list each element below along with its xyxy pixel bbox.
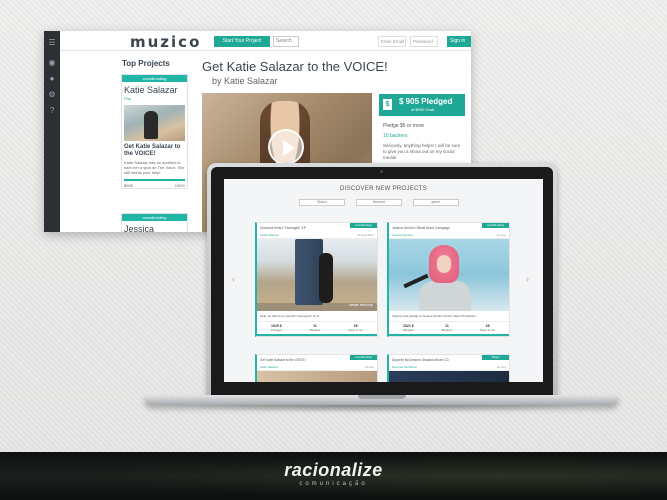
card-date: 23 Aug 2017 [357, 233, 374, 237]
card-description: Support and pledge to Jessica ZenZen Mus… [389, 311, 509, 322]
filter-genre[interactable]: genre [413, 199, 459, 206]
card-percent: 100% [174, 183, 185, 188]
card-genre: Pop [124, 96, 132, 101]
card-description: Katie Salazar has an audition to earn he… [124, 160, 185, 175]
card-header: Jessica ZenZen Official Music Campaign J… [389, 223, 509, 239]
card-badge: crowdfunding [350, 223, 377, 228]
card-progress-bar [124, 179, 185, 181]
card-description: Help me afford my new EP "Homegirls" by … [257, 311, 377, 322]
backers-count: 10 backers [383, 133, 408, 139]
card-title[interactable]: Knockout Kelly's "Homegirls" EP [260, 226, 306, 230]
laptop-screen: DISCOVER NEW PROJECTS Status Nearest gen… [224, 179, 543, 382]
top-bar: muzico Start Your Project Search Enter E… [60, 31, 471, 51]
menu-icon[interactable]: ☰ [48, 39, 56, 47]
brand-tagline: comunicação [299, 481, 368, 487]
project-card[interactable]: crowdfunding Jessica ZenZen [121, 213, 188, 232]
card-header: Dayonte McClinton's Shadow Album CD Dayo… [389, 355, 509, 371]
card-header: Get Katie Salazar to the VOICE! Katie Sa… [257, 355, 377, 371]
project-card[interactable]: Knockout Kelly's "Homegirls" EP Casar Be… [255, 222, 378, 337]
top-projects-title: Top Projects [122, 59, 170, 68]
project-card[interactable]: crowdfunding Katie Salazar Pop Get Katie… [121, 74, 188, 189]
stat-pledged: 2321 $ Pledged [402, 324, 414, 332]
card-tag: crowdfunding [122, 75, 187, 82]
play-icon[interactable] [268, 129, 304, 165]
card-progress-bar [389, 334, 509, 336]
card-artist[interactable]: Jessica ZenZen [392, 233, 413, 237]
card-image [389, 371, 509, 382]
card-date: 10 Aug [496, 365, 506, 369]
project-card[interactable]: Dayonte McClinton's Shadow Album CD Dayo… [387, 354, 510, 382]
camera-icon [380, 170, 383, 173]
card-name: Katie Salazar [124, 85, 178, 95]
help-icon[interactable]: ? [48, 107, 56, 115]
search-input[interactable]: Search [273, 36, 299, 47]
stat-backers: 11 Backers [441, 324, 453, 332]
start-project-button[interactable]: Start Your Project [214, 36, 270, 47]
settings-icon[interactable]: ⚙ [48, 91, 56, 99]
card-artist[interactable]: Casar Beluory [260, 233, 279, 237]
project-card[interactable]: Jessica ZenZen Official Music Campaign J… [387, 222, 510, 337]
filter-status[interactable]: Status [299, 199, 345, 206]
card-progress-bar [257, 334, 377, 336]
card-title[interactable]: Get Katie Salazar to the VOICE! [260, 358, 306, 362]
image-caption: cesar beluory [348, 302, 373, 307]
card-stats: $905 100% [122, 183, 187, 188]
footer: racionalize comunicação [0, 452, 667, 500]
card-image [257, 371, 377, 382]
pledge-tier[interactable]: Pledge $5 or more [379, 121, 465, 131]
password-field[interactable]: Password [410, 36, 438, 47]
card-image [389, 239, 509, 311]
stat-days: 28 Days to Go [348, 324, 364, 332]
user-icon[interactable]: ● [48, 75, 56, 83]
card-title[interactable]: Get Katie Salazar to the VOICE! [122, 141, 187, 158]
card-badge: Single [482, 355, 509, 360]
card-date: 10 Aug [496, 233, 506, 237]
stat-pledged: 1025 $ Pledged [270, 324, 282, 332]
stat-days: 28 Days to Go [480, 324, 496, 332]
card-image [124, 105, 185, 141]
email-field[interactable]: Enter Email [378, 36, 406, 47]
card-stats: 2321 $ Pledged 11 Backers 28 Days to Go [389, 322, 509, 334]
pledge-header: $ $ 905 Pledged of $900 Goal [379, 94, 465, 116]
card-header: Knockout Kelly's "Homegirls" EP Casar Be… [257, 223, 377, 239]
logo[interactable]: muzico [130, 33, 201, 51]
dollar-icon: $ [383, 99, 392, 110]
card-artist[interactable]: Dayonte McClinton [392, 365, 417, 369]
card-stats: 1025 $ Pledged 11 Backers 28 Days to Go [257, 322, 377, 334]
card-badge: crowdfunding [350, 355, 377, 360]
next-arrow-icon[interactable]: › [526, 274, 529, 284]
stat-backers: 11 Backers [309, 324, 321, 332]
signin-button[interactable]: Sign in [447, 36, 471, 47]
laptop-shadow [160, 405, 600, 413]
card-artist[interactable]: Katie Salazar [260, 365, 278, 369]
card-badge: crowdfunding [482, 223, 509, 228]
card-tag: crowdfunding [122, 214, 187, 221]
discover-title: DISCOVER NEW PROJECTS [340, 186, 427, 192]
card-title[interactable]: Dayonte McClinton's Shadow Album CD [392, 358, 449, 362]
laptop-notch [358, 395, 406, 399]
pledge-goal: of $900 Goal [411, 107, 434, 112]
filter-nearest[interactable]: Nearest [356, 199, 402, 206]
brand-logo: racionalize [284, 460, 383, 480]
card-date: 10 Aug [364, 365, 374, 369]
card-title[interactable]: Jessica ZenZen Official Music Campaign [392, 226, 450, 230]
sidebar: ☰ ◉ ● ⚙ ? [44, 31, 60, 232]
reward-description: Seriously, anything helps! I will be sur… [383, 143, 461, 160]
page-subtitle: by Katie Salazar [212, 76, 278, 86]
prev-arrow-icon[interactable]: ‹ [232, 274, 235, 284]
card-name: Jessica ZenZen [124, 224, 155, 232]
project-card[interactable]: Get Katie Salazar to the VOICE! Katie Sa… [255, 354, 378, 382]
globe-icon[interactable]: ◉ [48, 59, 56, 67]
card-amount: $905 [124, 183, 133, 188]
page-title: Get Katie Salazar to the VOICE! [202, 59, 388, 74]
pledged-amount: $ 905 Pledged [399, 97, 453, 106]
card-image: cesar beluory [257, 239, 377, 311]
